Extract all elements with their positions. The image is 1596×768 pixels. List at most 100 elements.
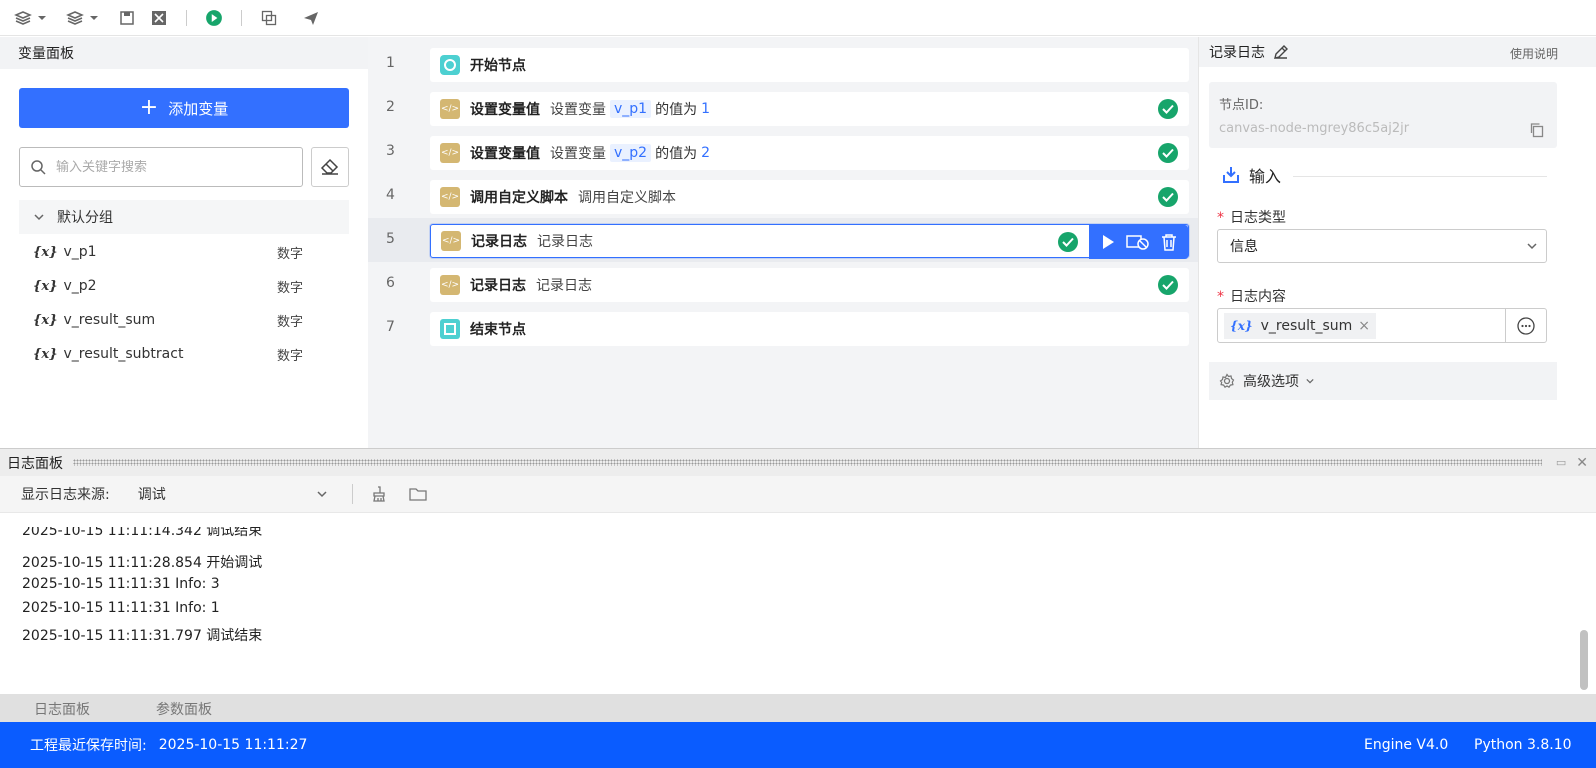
delete-icon[interactable] <box>1161 233 1177 251</box>
variable-name: v_p1 <box>63 244 97 260</box>
node-title: 调用自定义脚本 <box>470 190 568 206</box>
flow-row-selected: 5 </> 记录日志 记录日志 <box>368 218 1198 262</box>
log-line: 2025-10-15 11:11:31 Info: 1 <box>22 600 220 616</box>
log-type-label: * 日志类型 <box>1217 210 1286 226</box>
input-section-header: 输入 <box>1221 163 1281 187</box>
chevron-down-icon <box>1527 243 1537 250</box>
save-icon[interactable] <box>118 5 136 31</box>
run-icon[interactable] <box>205 5 223 31</box>
layers-dropdown-icon[interactable] <box>14 5 52 31</box>
tab-log-panel[interactable]: 日志面板 <box>34 699 90 719</box>
flow-node-set-variable[interactable]: </> 设置变量值 设置变量 v_p1 的值为 1 <box>430 92 1189 126</box>
log-content-label: * 日志内容 <box>1217 289 1286 305</box>
pin-icon[interactable]: ▭ <box>1556 456 1566 469</box>
flow-node-set-variable[interactable]: </> 设置变量值 设置变量 v_p2 的值为 2 <box>430 136 1189 170</box>
row-number: 1 <box>386 55 395 71</box>
success-check-icon <box>1058 232 1078 252</box>
success-check-icon <box>1158 187 1178 207</box>
log-panel: 日志面板 ▭ ✕ 显示日志来源: 调试 2025-10-15 11:11:14.… <box>0 448 1596 723</box>
run-node-icon[interactable] <box>1100 234 1116 250</box>
gear-icon <box>1219 373 1235 389</box>
copy-icon[interactable] <box>260 5 278 31</box>
success-check-icon <box>1158 99 1178 119</box>
flow-node-custom-script[interactable]: </> 调用自定义脚本 调用自定义脚本 <box>430 180 1189 214</box>
flow-row: 1 开始节点 <box>368 42 1198 86</box>
variable-type: 数字 <box>277 314 304 330</box>
variable-item[interactable]: {x} v_p1 数字 <box>33 235 323 269</box>
node-title: 记录日志 <box>471 234 527 250</box>
variable-icon: {x} <box>33 278 58 294</box>
code-node-icon: </> <box>441 231 461 251</box>
node-desc: 记录日志 <box>537 234 593 250</box>
bottom-tabs: 日志面板 参数面板 <box>0 694 1596 723</box>
variable-item[interactable]: {x} v_result_subtract 数字 <box>33 337 323 371</box>
flow-node-start[interactable]: 开始节点 <box>430 48 1189 82</box>
more-options-button[interactable] <box>1505 308 1547 343</box>
advanced-options-toggle[interactable]: 高级选项 <box>1209 362 1557 400</box>
flow-row: 6 </> 记录日志 记录日志 <box>368 262 1198 306</box>
code-node-icon: </> <box>440 143 460 163</box>
save-time-value: 2025-10-15 11:11:27 <box>158 737 308 753</box>
drag-handle[interactable] <box>73 459 1542 466</box>
copy-id-icon[interactable] <box>1529 122 1545 138</box>
toolbar-separator <box>241 9 242 26</box>
node-value: 2 <box>701 145 711 161</box>
log-line: 2025-10-15 11:11:31 Info: 3 <box>22 576 220 592</box>
add-variable-button[interactable]: + 添加变量 <box>19 88 349 128</box>
node-desc-mid: 的值为 <box>655 102 698 118</box>
broom-icon[interactable] <box>371 486 387 502</box>
variable-group-default[interactable]: 默认分组 <box>19 200 349 234</box>
search-icon <box>31 160 46 175</box>
edit-icon[interactable] <box>1273 44 1289 60</box>
add-variable-label: 添加变量 <box>168 99 229 118</box>
layers-plus-dropdown-icon[interactable] <box>66 5 104 31</box>
node-value: 1 <box>701 101 711 117</box>
log-line: 2025-10-15 11:11:28.854 开始调试 <box>22 555 263 571</box>
row-number: 7 <box>386 319 395 335</box>
status-bar: 工程最近保存时间: 2025-10-15 11:11:27 Engine V4.… <box>0 722 1596 768</box>
log-type-select[interactable]: 信息 <box>1217 229 1547 263</box>
variable-item[interactable]: {x} v_result_sum 数字 <box>33 303 323 337</box>
flow-node-log[interactable]: </> 记录日志 记录日志 <box>430 268 1189 302</box>
ellipsis-icon <box>1517 316 1535 335</box>
node-variable-chip: v_p2 <box>610 144 652 162</box>
close-icon[interactable] <box>150 5 168 31</box>
toolbar <box>0 0 1596 36</box>
close-panel-icon[interactable]: ✕ <box>1576 455 1588 471</box>
search-input[interactable] <box>56 159 276 175</box>
node-title: 设置变量值 <box>470 102 540 118</box>
folder-icon[interactable] <box>409 486 427 502</box>
node-desc: 记录日志 <box>536 278 592 294</box>
engine-version: Engine V4.0 <box>1364 737 1449 753</box>
clear-search-button[interactable] <box>311 147 349 187</box>
remove-tag-icon[interactable]: × <box>1358 318 1370 334</box>
row-number: 4 <box>386 187 395 203</box>
import-icon <box>1223 167 1239 183</box>
search-box[interactable] <box>19 147 303 187</box>
tab-params-panel[interactable]: 参数面板 <box>156 699 212 719</box>
variable-name: v_p2 <box>63 278 97 294</box>
success-check-icon <box>1158 143 1178 163</box>
help-link[interactable]: 使用说明 <box>1510 45 1558 62</box>
log-source-select[interactable]: 调试 <box>138 484 328 504</box>
log-content-field[interactable]: {x} v_result_sum × <box>1217 308 1506 343</box>
flow-canvas: 1 开始节点 2 </> 设置变量值 设置变量 v_p1 的值为 1 3 </>… <box>368 37 1198 448</box>
log-panel-header: 日志面板 ▭ ✕ <box>0 449 1596 476</box>
variable-item[interactable]: {x} v_p2 数字 <box>33 269 323 303</box>
variable-name: v_result_subtract <box>63 346 184 362</box>
log-line: 2025-10-15 11:11:31.797 调试结束 <box>22 628 263 644</box>
log-scrollbar[interactable] <box>1580 630 1588 690</box>
section-divider <box>1293 176 1547 177</box>
variable-tag: {x} v_result_sum × <box>1224 312 1377 339</box>
variable-panel-title: 变量面板 <box>0 37 368 69</box>
node-desc: 设置变量 <box>550 146 606 162</box>
node-id-box: 节点ID: canvas-node-mgrey86c5aj2jr <box>1209 82 1557 148</box>
properties-header: 记录日志 使用说明 <box>1199 37 1596 67</box>
log-panel-title: 日志面板 <box>7 455 63 472</box>
flow-node-end[interactable]: 结束节点 <box>430 312 1189 346</box>
flow-row: 4 </> 调用自定义脚本 调用自定义脚本 <box>368 174 1198 218</box>
flow-node-log-selected[interactable]: </> 记录日志 记录日志 <box>430 224 1189 259</box>
send-icon[interactable] <box>302 5 320 31</box>
disable-node-icon[interactable] <box>1126 234 1150 250</box>
log-type-value: 信息 <box>1230 239 1258 255</box>
